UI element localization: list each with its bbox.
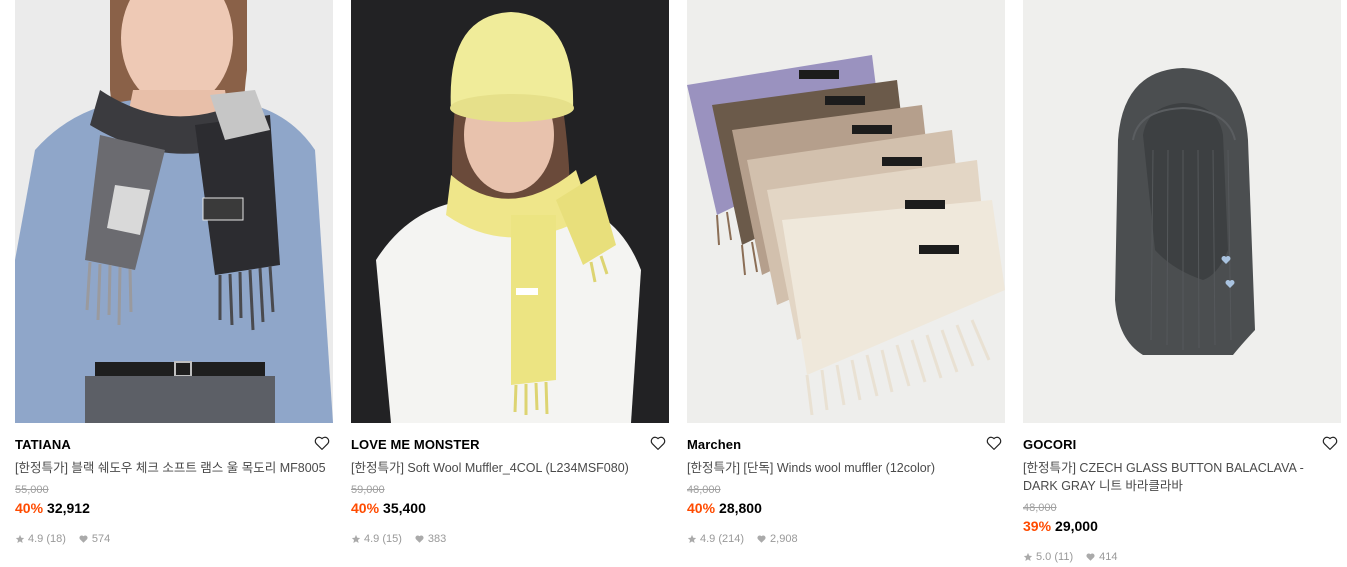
product-info: LOVE ME MONSTER [한정특가] Soft Wool Muffler… xyxy=(351,423,669,546)
brand-name[interactable]: Marchen xyxy=(687,437,1005,453)
product-title[interactable]: [한정특가] CZECH GLASS BUTTON BALACLAVA - DA… xyxy=(1023,459,1341,495)
heart-filled-icon xyxy=(757,535,766,543)
product-image[interactable] xyxy=(1023,0,1341,423)
star-icon xyxy=(687,534,697,543)
product-meta: 4.9 (18) 574 xyxy=(15,532,333,546)
rating: 5.0 xyxy=(1036,551,1052,563)
discount-rate: 40% xyxy=(687,500,716,516)
product-image[interactable] xyxy=(687,0,1005,423)
likes: 414 xyxy=(1085,550,1117,564)
original-price: 59,000 xyxy=(351,484,385,496)
discount-rate: 39% xyxy=(1023,518,1052,534)
like-count: 574 xyxy=(91,533,111,545)
product-meta: 4.9 (214) 2,908 xyxy=(687,532,1005,546)
product-title[interactable]: [한정특가] [단독] Winds wool muffler (12color) xyxy=(687,459,1005,477)
rating: 4.9 xyxy=(28,533,44,545)
price-row: 40% 28,800 xyxy=(687,499,1005,518)
review-count: (11) xyxy=(1054,551,1074,563)
sale-price: 29,000 xyxy=(1055,518,1098,534)
likes: 2,908 xyxy=(756,532,798,546)
original-price: 48,000 xyxy=(687,484,721,496)
original-price: 55,000 xyxy=(15,484,49,496)
product-card[interactable]: TATIANA [한정특가] 블랙 쉐도우 체크 소프트 램스 울 목도리 MF… xyxy=(15,0,333,564)
likes: 574 xyxy=(78,532,110,546)
brand-name[interactable]: LOVE ME MONSTER xyxy=(351,437,669,453)
heart-filled-icon xyxy=(79,535,88,543)
product-info: GOCORI [한정특가] CZECH GLASS BUTTON BALACLA… xyxy=(1023,423,1341,564)
discount-rate: 40% xyxy=(15,500,44,516)
rating: 4.9 xyxy=(700,533,716,545)
product-meta: 4.9 (15) 383 xyxy=(351,532,669,546)
sale-price: 35,400 xyxy=(383,500,426,516)
heart-filled-icon xyxy=(1086,553,1095,561)
product-meta: 5.0 (11) 414 xyxy=(1023,550,1341,564)
product-image[interactable] xyxy=(15,0,333,423)
review-count: (214) xyxy=(718,533,745,545)
product-card[interactable]: LOVE ME MONSTER [한정특가] Soft Wool Muffler… xyxy=(351,0,669,564)
review-count: (18) xyxy=(46,533,66,545)
brand-name[interactable]: GOCORI xyxy=(1023,437,1341,453)
product-title[interactable]: [한정특가] 블랙 쉐도우 체크 소프트 램스 울 목도리 MF8005 xyxy=(15,459,333,477)
star-icon xyxy=(15,534,25,543)
product-info: Marchen [한정특가] [단독] Winds wool muffler (… xyxy=(687,423,1005,546)
heart-filled-icon xyxy=(415,535,424,543)
review-count: (15) xyxy=(382,533,402,545)
product-card[interactable]: Marchen [한정특가] [단독] Winds wool muffler (… xyxy=(687,0,1005,564)
discount-rate: 40% xyxy=(351,500,380,516)
brand-name[interactable]: TATIANA xyxy=(15,437,333,453)
price-row: 39% 29,000 xyxy=(1023,517,1341,536)
star-icon xyxy=(351,534,361,543)
star-icon xyxy=(1023,552,1033,561)
heart-outline-icon[interactable] xyxy=(313,434,331,452)
price-row: 40% 35,400 xyxy=(351,499,669,518)
product-image[interactable] xyxy=(351,0,669,423)
like-count: 414 xyxy=(1099,551,1118,563)
heart-outline-icon[interactable] xyxy=(985,434,1003,452)
product-info: TATIANA [한정특가] 블랙 쉐도우 체크 소프트 램스 울 목도리 MF… xyxy=(15,423,333,546)
likes: 383 xyxy=(414,532,446,546)
heart-outline-icon[interactable] xyxy=(649,434,667,452)
product-title[interactable]: [한정특가] Soft Wool Muffler_4COL (L234MSF08… xyxy=(351,459,669,477)
sale-price: 28,800 xyxy=(719,500,762,516)
original-price: 48,000 xyxy=(1023,502,1057,514)
heart-outline-icon[interactable] xyxy=(1321,434,1339,452)
price-row: 40% 32,912 xyxy=(15,499,333,518)
sale-price: 32,912 xyxy=(47,500,90,516)
rating: 4.9 xyxy=(364,533,380,545)
like-count: 2,908 xyxy=(770,533,798,545)
product-grid: TATIANA [한정특가] 블랙 쉐도우 체크 소프트 램스 울 목도리 MF… xyxy=(15,0,1341,564)
like-count: 383 xyxy=(427,533,447,545)
product-card[interactable]: GOCORI [한정특가] CZECH GLASS BUTTON BALACLA… xyxy=(1023,0,1341,564)
